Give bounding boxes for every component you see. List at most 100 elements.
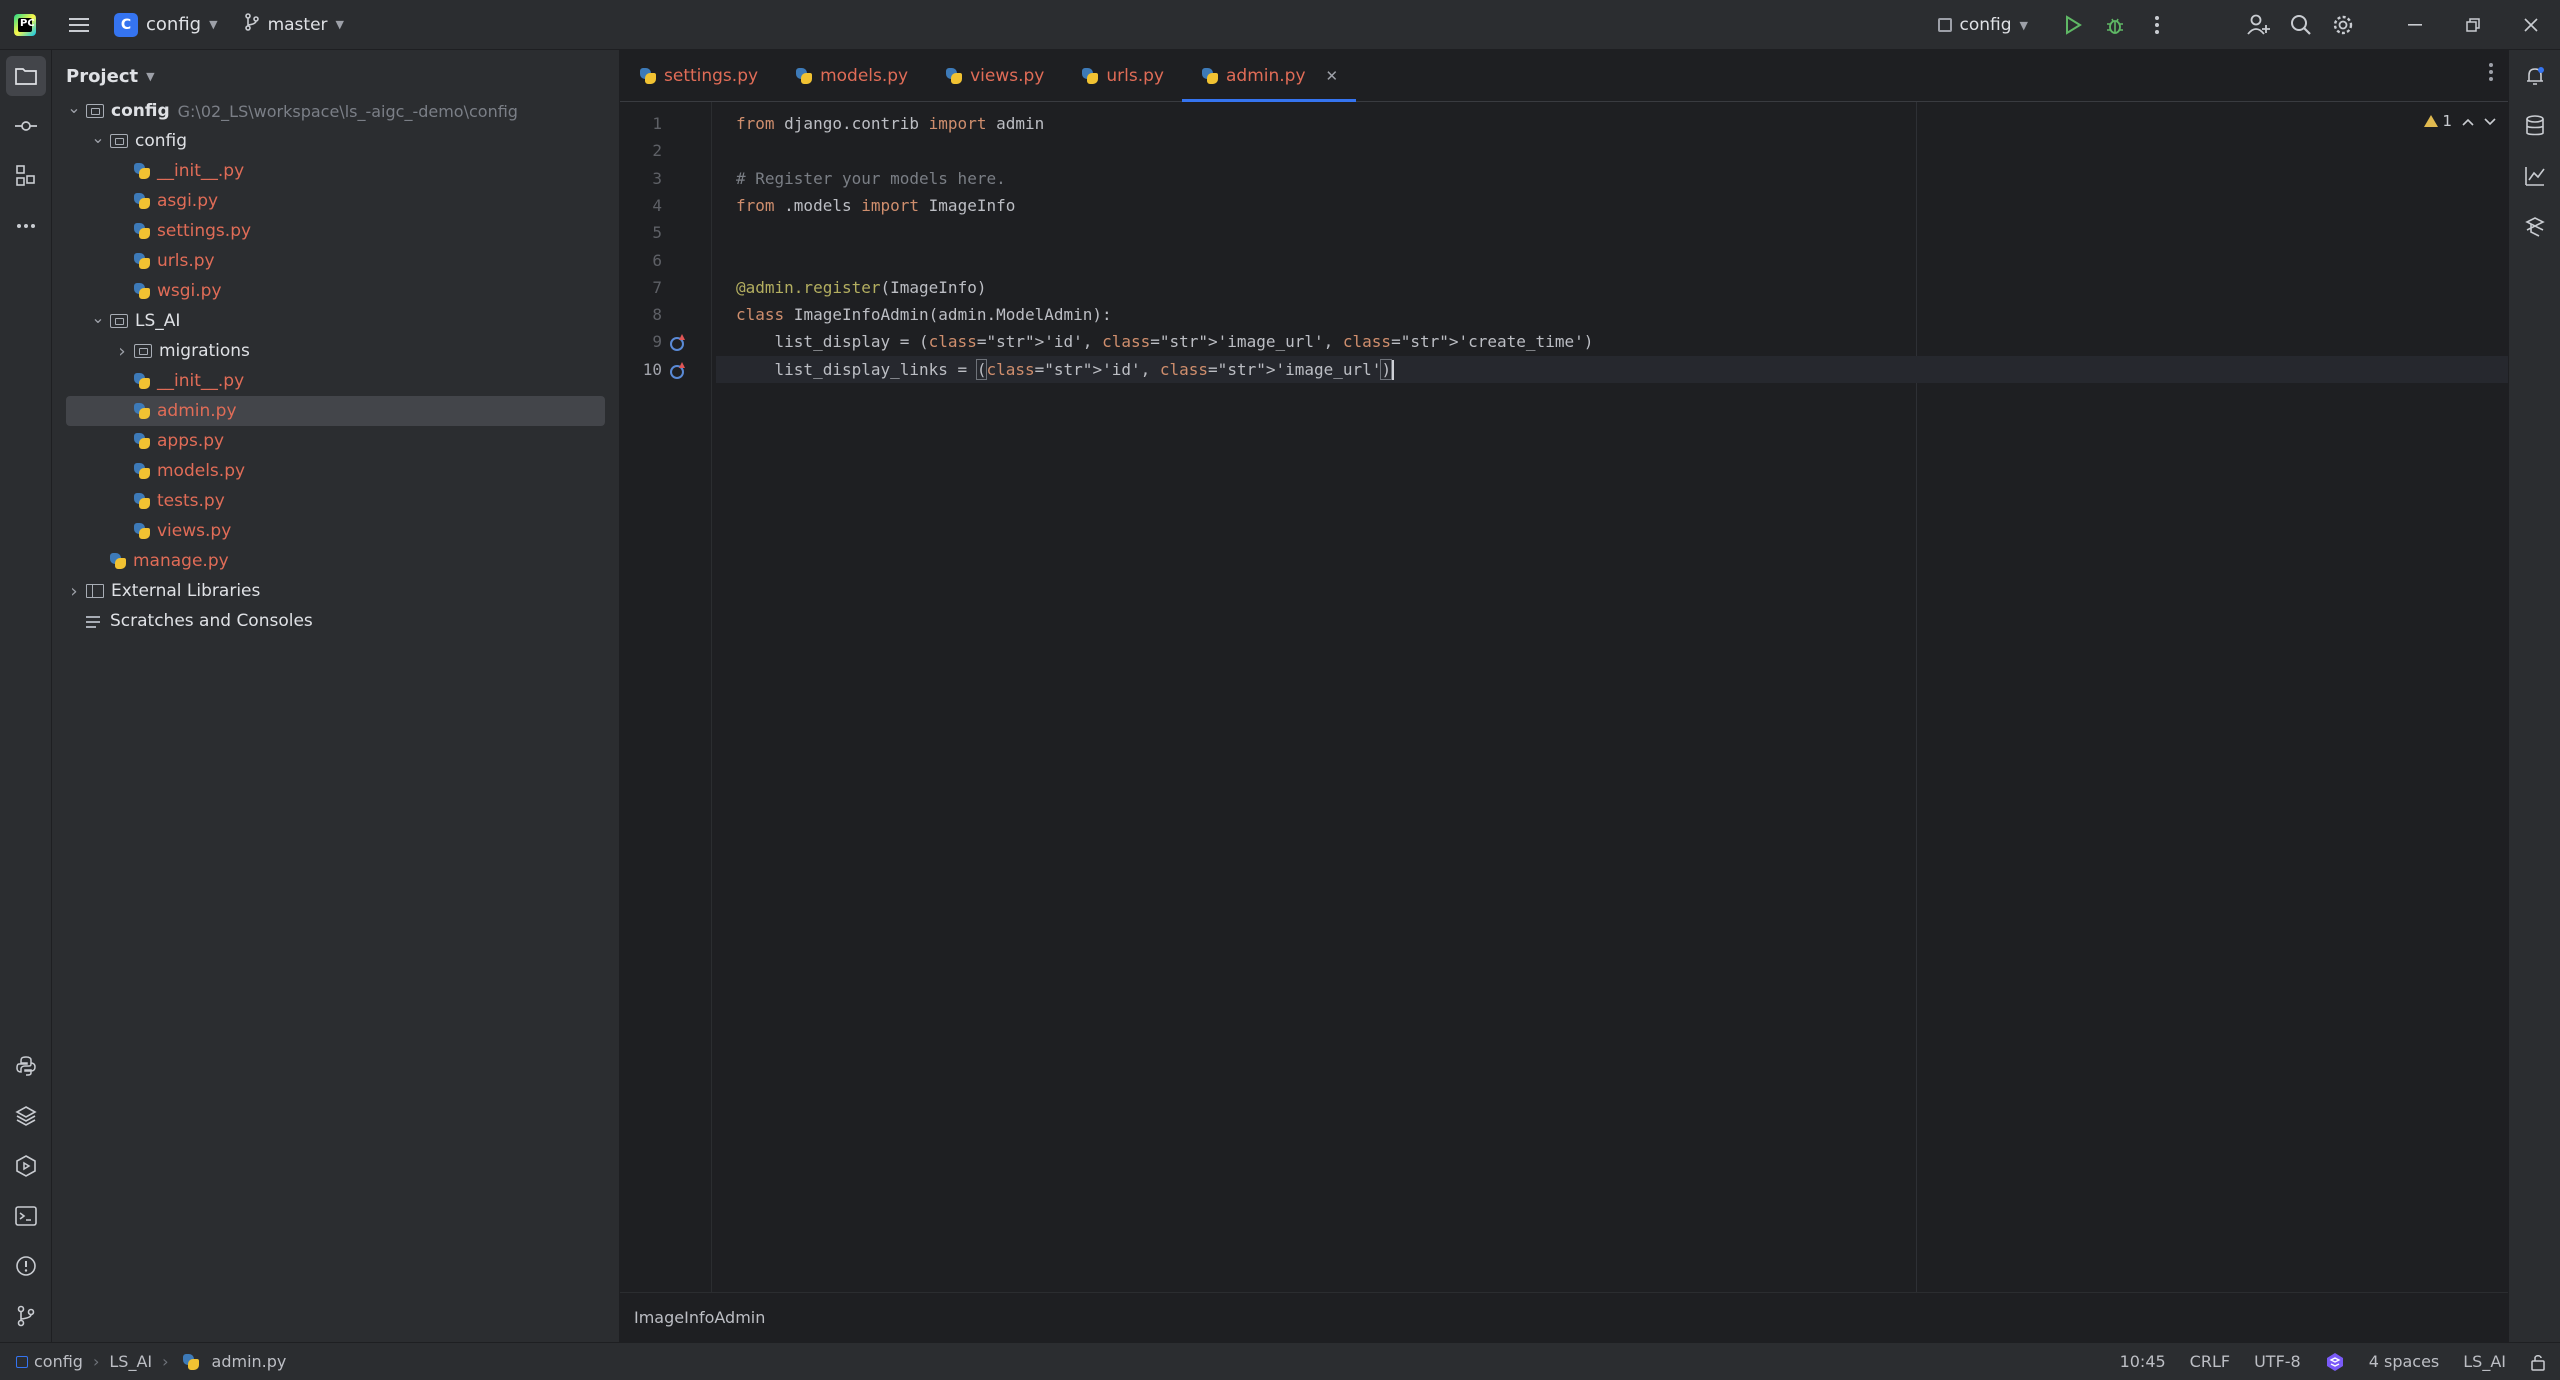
status-crumb[interactable]: admin.py (212, 1352, 287, 1371)
overrides-icon[interactable] (668, 361, 685, 379)
minimize-window-icon[interactable] (2386, 0, 2444, 50)
project-panel: Project ▼ ⌄ config G:\02_LS\workspace\ls_-… (52, 50, 620, 1342)
run-config-label: config (1959, 15, 2012, 35)
settings-gear-icon[interactable] (2322, 4, 2364, 46)
tree-item[interactable]: ⌄ config G:\02_LS\workspace\ls_-aigc_-demo… (66, 96, 605, 126)
branch-selector[interactable]: master ▼ (244, 13, 344, 36)
status-crumb[interactable]: config (34, 1352, 83, 1371)
project-tool-icon[interactable] (6, 56, 46, 96)
run-icon[interactable] (2052, 4, 2094, 46)
read-only-lock-icon[interactable] (2530, 1353, 2546, 1371)
debug-icon[interactable] (2094, 4, 2136, 46)
commit-tool-icon[interactable] (6, 106, 46, 146)
tree-item[interactable]: views.py (66, 516, 605, 546)
scientific-mode-icon[interactable] (2515, 156, 2555, 196)
inspection-widget[interactable]: 1 (2424, 112, 2496, 130)
code-line[interactable] (716, 219, 2508, 246)
layers-icon[interactable] (6, 1096, 46, 1136)
tree-item[interactable]: admin.py (66, 396, 605, 426)
python-packages-icon[interactable] (6, 1046, 46, 1086)
chevron-right-icon[interactable]: › (66, 581, 82, 602)
indent-setting[interactable]: 4 spaces (2369, 1352, 2440, 1371)
next-highlight-icon[interactable] (2484, 112, 2496, 130)
python-file-icon (182, 1353, 199, 1370)
code-line[interactable]: list_display = (class="str">'id', class=… (716, 328, 2508, 355)
tree-item[interactable]: ⌄ LS_AI (66, 306, 605, 336)
tab-admin[interactable]: admin.py ✕ (1181, 50, 1357, 102)
code-line[interactable]: from .models import ImageInfo (716, 192, 2508, 219)
project-name: config (146, 14, 202, 35)
code-line[interactable]: @admin.register(ImageInfo) (716, 274, 2508, 301)
ai-assistant-icon[interactable] (2515, 206, 2555, 246)
tree-item[interactable]: apps.py (66, 426, 605, 456)
terminal-icon[interactable] (6, 1196, 46, 1236)
status-crumb[interactable]: LS_AI (109, 1352, 152, 1371)
previous-highlight-icon[interactable] (2462, 112, 2474, 130)
tree-item-label: Scratches and Consoles (110, 611, 313, 631)
chevron-down-icon[interactable]: ⌄ (90, 308, 106, 327)
code-line[interactable]: list_display_links = (class="str">'id', … (716, 355, 2508, 383)
python-file-icon (134, 193, 150, 209)
database-icon[interactable] (2515, 106, 2555, 146)
tree-item[interactable]: › External Libraries (66, 576, 605, 606)
tab-models[interactable]: models.py (776, 50, 926, 101)
tree-item[interactable]: settings.py (66, 216, 605, 246)
file-encoding[interactable]: UTF-8 (2254, 1352, 2301, 1371)
main-menu-icon[interactable] (64, 5, 94, 45)
code-line[interactable]: from django.contrib import admin (716, 110, 2508, 137)
project-panel-header[interactable]: Project ▼ (52, 50, 619, 102)
tree-item[interactable]: models.py (66, 456, 605, 486)
close-window-icon[interactable] (2502, 0, 2560, 50)
tree-item[interactable]: __init__.py (66, 366, 605, 396)
code-with-me-icon[interactable] (2238, 4, 2280, 46)
code-line[interactable] (716, 247, 2508, 274)
tree-item[interactable]: asgi.py (66, 186, 605, 216)
tree-item[interactable]: Scratches and Consoles (66, 606, 605, 636)
run-config-selector[interactable]: config ▼ (1937, 15, 2028, 35)
tab-label: views.py (970, 65, 1045, 86)
code-line[interactable]: # Register your models here. (716, 165, 2508, 192)
library-icon (86, 584, 104, 598)
caret-position[interactable]: 10:45 (2120, 1352, 2166, 1371)
code-line[interactable]: class ImageInfoAdmin(admin.ModelAdmin): (716, 301, 2508, 328)
text-caret (1392, 360, 1395, 381)
version-control-icon[interactable] (6, 1296, 46, 1336)
restore-window-icon[interactable] (2444, 0, 2502, 50)
tree-item[interactable]: __init__.py (66, 156, 605, 186)
overrides-icon[interactable] (668, 334, 685, 352)
tab-urls[interactable]: urls.py (1062, 50, 1182, 101)
notifications-icon[interactable] (2515, 56, 2555, 96)
tab-settings[interactable]: settings.py (620, 50, 776, 101)
tree-item[interactable]: wsgi.py (66, 276, 605, 306)
python-interpreter[interactable]: LS_AI (2463, 1352, 2506, 1371)
folder-icon (110, 314, 128, 328)
structure-tool-icon[interactable] (6, 156, 46, 196)
problems-icon[interactable] (6, 1246, 46, 1286)
tabs-more-icon[interactable] (2488, 62, 2494, 87)
tab-views[interactable]: views.py (926, 50, 1062, 101)
close-tab-icon[interactable]: ✕ (1326, 67, 1339, 85)
status-breadcrumb[interactable]: config › LS_AI › admin.py (16, 1352, 286, 1371)
tree-item[interactable]: ⌄ config (66, 126, 605, 156)
chevron-down-icon[interactable]: ⌄ (66, 98, 82, 117)
chevron-right-icon[interactable]: › (114, 341, 130, 362)
chevron-down-icon[interactable]: ⌄ (90, 128, 106, 147)
tree-item[interactable]: tests.py (66, 486, 605, 516)
title-bar: PC C config ▼ master ▼ config ▼ (0, 0, 2560, 50)
breadcrumb-class[interactable]: ImageInfoAdmin (634, 1308, 765, 1327)
chevron-down-icon: ▼ (2019, 18, 2028, 32)
search-icon[interactable] (2280, 4, 2322, 46)
project-selector[interactable]: C config ▼ (114, 12, 218, 37)
code-line[interactable] (716, 137, 2508, 164)
services-icon[interactable] (6, 1146, 46, 1186)
ai-assistant-status-icon[interactable] (2325, 1352, 2345, 1372)
tree-item-label: settings.py (157, 221, 252, 241)
more-actions-icon[interactable] (2136, 4, 2178, 46)
editor-breadcrumb[interactable]: ImageInfoAdmin (620, 1292, 2508, 1342)
tree-item[interactable]: › migrations (66, 336, 605, 366)
tree-item[interactable]: urls.py (66, 246, 605, 276)
line-separator[interactable]: CRLF (2190, 1352, 2230, 1371)
line-number: 6 (652, 250, 662, 270)
more-tools-icon[interactable] (6, 206, 46, 246)
tree-item[interactable]: manage.py (66, 546, 605, 576)
